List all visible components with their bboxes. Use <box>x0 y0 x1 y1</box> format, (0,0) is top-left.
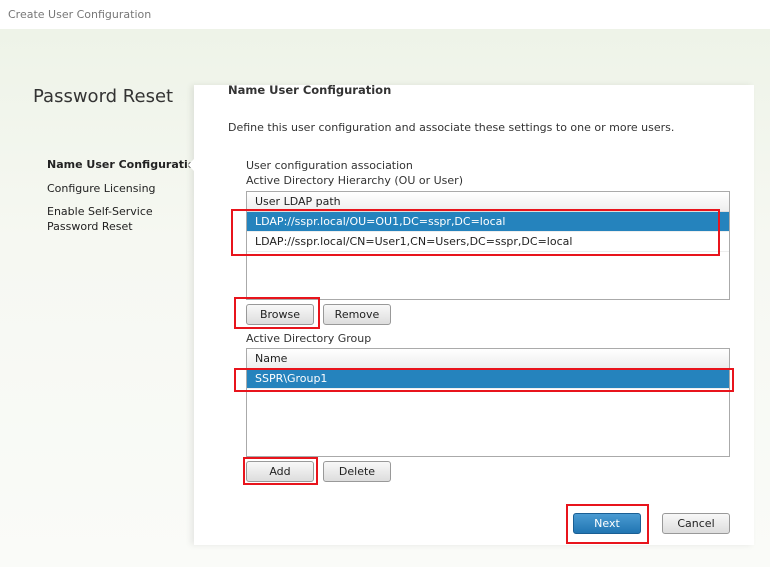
group-row[interactable]: SSPR\Group1 <box>247 369 729 389</box>
delete-button[interactable]: Delete <box>323 461 391 482</box>
sidebar-title: Password Reset <box>33 86 174 107</box>
group-column-header[interactable]: Name <box>247 349 729 369</box>
ldap-column-header[interactable]: User LDAP path <box>247 192 729 212</box>
nav-password-reset[interactable]: Password Reset <box>47 220 133 233</box>
ldap-row[interactable]: LDAP://sspr.local/OU=OU1,DC=sspr,DC=loca… <box>247 212 729 232</box>
page-heading: Name User Configuration <box>228 83 392 97</box>
next-button[interactable]: Next <box>573 513 641 534</box>
group-list[interactable]: Name SSPR\Group1 <box>246 348 730 457</box>
association-label: User configuration association <box>246 159 413 172</box>
browse-button[interactable]: Browse <box>246 304 314 325</box>
ldap-path-list[interactable]: User LDAP path LDAP://sspr.local/OU=OU1,… <box>246 191 730 300</box>
add-button[interactable]: Add <box>246 461 314 482</box>
active-step-pointer <box>188 159 194 171</box>
group-label: Active Directory Group <box>246 332 372 345</box>
window-title: Create User Configuration <box>0 0 770 29</box>
hierarchy-label: Active Directory Hierarchy (OU or User) <box>246 174 463 187</box>
cancel-button[interactable]: Cancel <box>662 513 730 534</box>
nav-name-user-configuration[interactable]: Name User Configuration <box>47 158 203 171</box>
ldap-row[interactable]: LDAP://sspr.local/CN=User1,CN=Users,DC=s… <box>247 232 729 252</box>
remove-button[interactable]: Remove <box>323 304 391 325</box>
nav-enable-self-service[interactable]: Enable Self-Service <box>47 205 153 218</box>
nav-configure-licensing[interactable]: Configure Licensing <box>47 182 156 195</box>
page-description: Define this user configuration and assoc… <box>228 121 675 134</box>
